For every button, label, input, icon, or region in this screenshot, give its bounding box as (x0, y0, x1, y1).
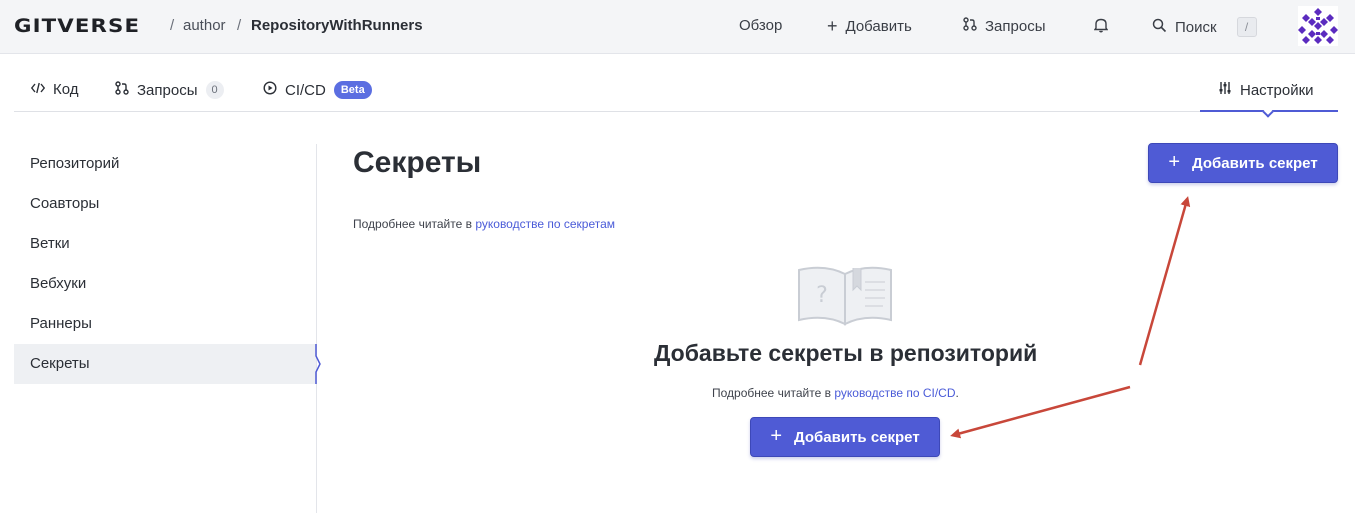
svg-text:?: ? (816, 283, 828, 308)
hint-prefix: Подробнее читайте в (712, 386, 835, 400)
top-header: GITVERSE / author / RepositoryWithRunner… (0, 0, 1355, 54)
breadcrumb-owner[interactable]: author (183, 17, 226, 34)
search-label: Поиск (1175, 18, 1217, 36)
plus-icon: + (827, 16, 838, 36)
play-circle-icon (263, 81, 277, 99)
cicd-guide-link[interactable]: руководстве по CI/CD (834, 386, 955, 400)
search-button[interactable]: Поиск / (1152, 17, 1257, 37)
gitverse-logo[interactable]: GITVERSE (14, 15, 140, 37)
add-secret-label: Добавить секрет (794, 428, 920, 446)
notifications-button[interactable] (1093, 17, 1109, 37)
nav-add-label: Добавить (845, 17, 912, 35)
add-secret-button-top[interactable]: + Добавить секрет (1148, 143, 1338, 183)
breadcrumb-repo[interactable]: RepositoryWithRunners (251, 17, 423, 34)
nav-add[interactable]: + Добавить (827, 17, 912, 35)
breadcrumb-separator: / (237, 17, 242, 34)
hint-suffix: . (955, 386, 959, 400)
empty-state-title: Добавьте секреты в репозиторий (654, 340, 1038, 366)
code-icon (30, 81, 46, 98)
beta-badge: Beta (333, 81, 372, 99)
active-tab-pointer (1262, 106, 1274, 118)
avatar[interactable] (1298, 6, 1338, 46)
cicd-guide-hint: Подробнее читайте в руководстве по CI/CD… (712, 386, 959, 400)
sidebar-item-collaborators[interactable]: Соавторы (14, 184, 316, 224)
page-title: Секреты (353, 146, 482, 179)
sidebar-item-secrets[interactable]: Секреты (14, 344, 316, 384)
tab-requests[interactable]: Запросы 0 (115, 81, 224, 99)
add-secret-label: Добавить секрет (1192, 154, 1318, 172)
plus-icon: + (770, 425, 782, 447)
open-book-question-icon: ? (795, 262, 895, 328)
tab-requests-label: Запросы (137, 81, 198, 99)
active-sidebar-marker (310, 344, 322, 384)
requests-count-badge: 0 (205, 81, 224, 99)
nav-requests[interactable]: Запросы (963, 17, 1046, 35)
sidebar-item-branches[interactable]: Ветки (14, 224, 316, 264)
annotation-arrow-bottom (950, 385, 1131, 439)
search-shortcut-key: / (1236, 17, 1257, 37)
sidebar-item-runners[interactable]: Раннеры (14, 304, 316, 344)
tab-code-label: Код (53, 81, 79, 98)
settings-sidebar: Репозиторий Соавторы Ветки Вебхуки Ранне… (14, 144, 321, 513)
secrets-guide-hint: Подробнее читайте в руководстве по секре… (353, 217, 615, 231)
plus-icon: + (1168, 151, 1180, 173)
annotation-arrow-top (1138, 196, 1191, 366)
tab-cicd-label: CI/CD (285, 81, 326, 99)
sidebar-item-webhooks[interactable]: Вебхуки (14, 264, 316, 304)
tab-cicd[interactable]: CI/CD Beta (263, 81, 372, 99)
nav-overview-label: Обзор (739, 17, 783, 34)
hint-prefix: Подробнее читайте в (353, 217, 476, 231)
tab-settings-label: Настройки (1240, 81, 1314, 99)
merge-request-icon (115, 81, 129, 99)
sidebar-item-repository[interactable]: Репозиторий (14, 144, 316, 184)
secrets-guide-link[interactable]: руководстве по секретам (475, 217, 615, 231)
nav-overview[interactable]: Обзор (739, 17, 782, 34)
tab-code[interactable]: Код (30, 81, 79, 98)
sliders-icon (1218, 81, 1232, 99)
merge-request-icon (963, 17, 977, 35)
breadcrumb-separator: / (170, 17, 175, 34)
repo-tabs: Код Запросы 0 CI/CD Beta Настройки (14, 70, 1338, 118)
tab-settings[interactable]: Настройки (1218, 81, 1314, 99)
bell-icon (1093, 17, 1109, 37)
nav-requests-label: Запросы (985, 17, 1046, 35)
add-secret-button-empty[interactable]: + Добавить секрет (750, 417, 940, 457)
search-icon (1152, 18, 1167, 37)
